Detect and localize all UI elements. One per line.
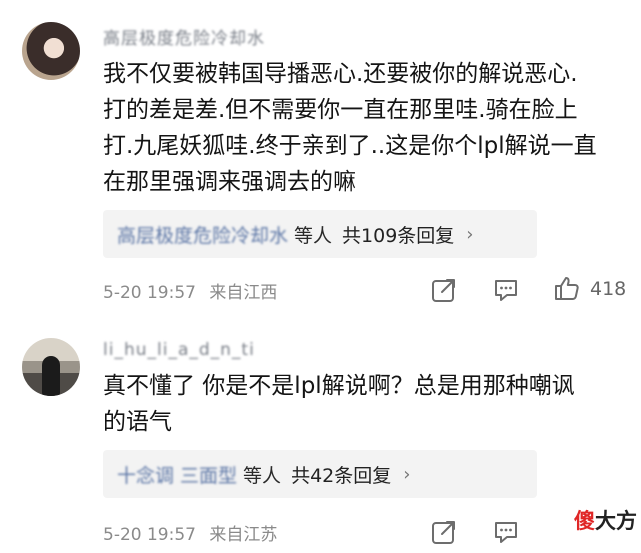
share-icon[interactable] xyxy=(430,518,458,546)
chevron-right-icon: › xyxy=(466,223,474,245)
reply-preview[interactable]: 高层极度危险冷却水 等人 共109条回复 › xyxy=(103,210,537,258)
comment-date: 5-20 19:57 xyxy=(103,283,196,303)
comment-date: 5-20 19:57 xyxy=(103,525,196,545)
reply-usernames[interactable]: 十念调 三面型 xyxy=(117,461,237,488)
watermark-text: 大方 xyxy=(595,509,637,533)
comment-location: 来自江苏 xyxy=(209,525,278,545)
reply-preview[interactable]: 十念调 三面型 等人 共42条回复 › xyxy=(103,450,537,498)
comment-icon[interactable] xyxy=(492,518,520,546)
reply-count[interactable]: 共109条回复 xyxy=(342,221,454,248)
thumbs-up-icon[interactable] xyxy=(553,274,581,302)
like-count: 418 xyxy=(590,278,627,300)
watermark-char: 傻 xyxy=(574,509,595,533)
comment-username[interactable]: li_hu_li_a_d_n_ti xyxy=(103,340,255,360)
watermark-logo: 傻大方 xyxy=(574,505,637,535)
comment-item: 高层极度危险冷却水 我不仅要被韩国导播恶心.还要被你的解说恶心. 打的差是差.但… xyxy=(0,0,641,310)
comment-meta: 5-20 19:57 来自江苏 xyxy=(103,520,277,545)
share-icon[interactable] xyxy=(430,276,458,304)
chevron-right-icon: › xyxy=(403,463,411,485)
reply-suffix: 等人 xyxy=(294,224,333,247)
reply-count[interactable]: 共42条回复 xyxy=(291,461,391,488)
reply-usernames[interactable]: 高层极度危险冷却水 xyxy=(117,221,288,248)
comment-text: 真不懂了 你是不是lpl解说啊？总是用那种嘲讽 的语气 xyxy=(103,373,575,435)
avatar[interactable] xyxy=(22,338,80,396)
comment-meta: 5-20 19:57 来自江西 xyxy=(103,278,277,303)
reply-suffix: 等人 xyxy=(243,464,282,487)
comment-item: li_hu_li_a_d_n_ti 真不懂了 你是不是lpl解说啊？总是用那种嘲… xyxy=(0,310,641,553)
comment-icon[interactable] xyxy=(492,276,520,304)
comment-text: 我不仅要被韩国导播恶心.还要被你的解说恶心. 打的差是差.但不需要你一直在那里哇… xyxy=(103,61,597,195)
comment-location: 来自江西 xyxy=(209,283,278,303)
avatar[interactable] xyxy=(22,22,80,80)
comment-username[interactable]: 高层极度危险冷却水 xyxy=(103,24,265,49)
